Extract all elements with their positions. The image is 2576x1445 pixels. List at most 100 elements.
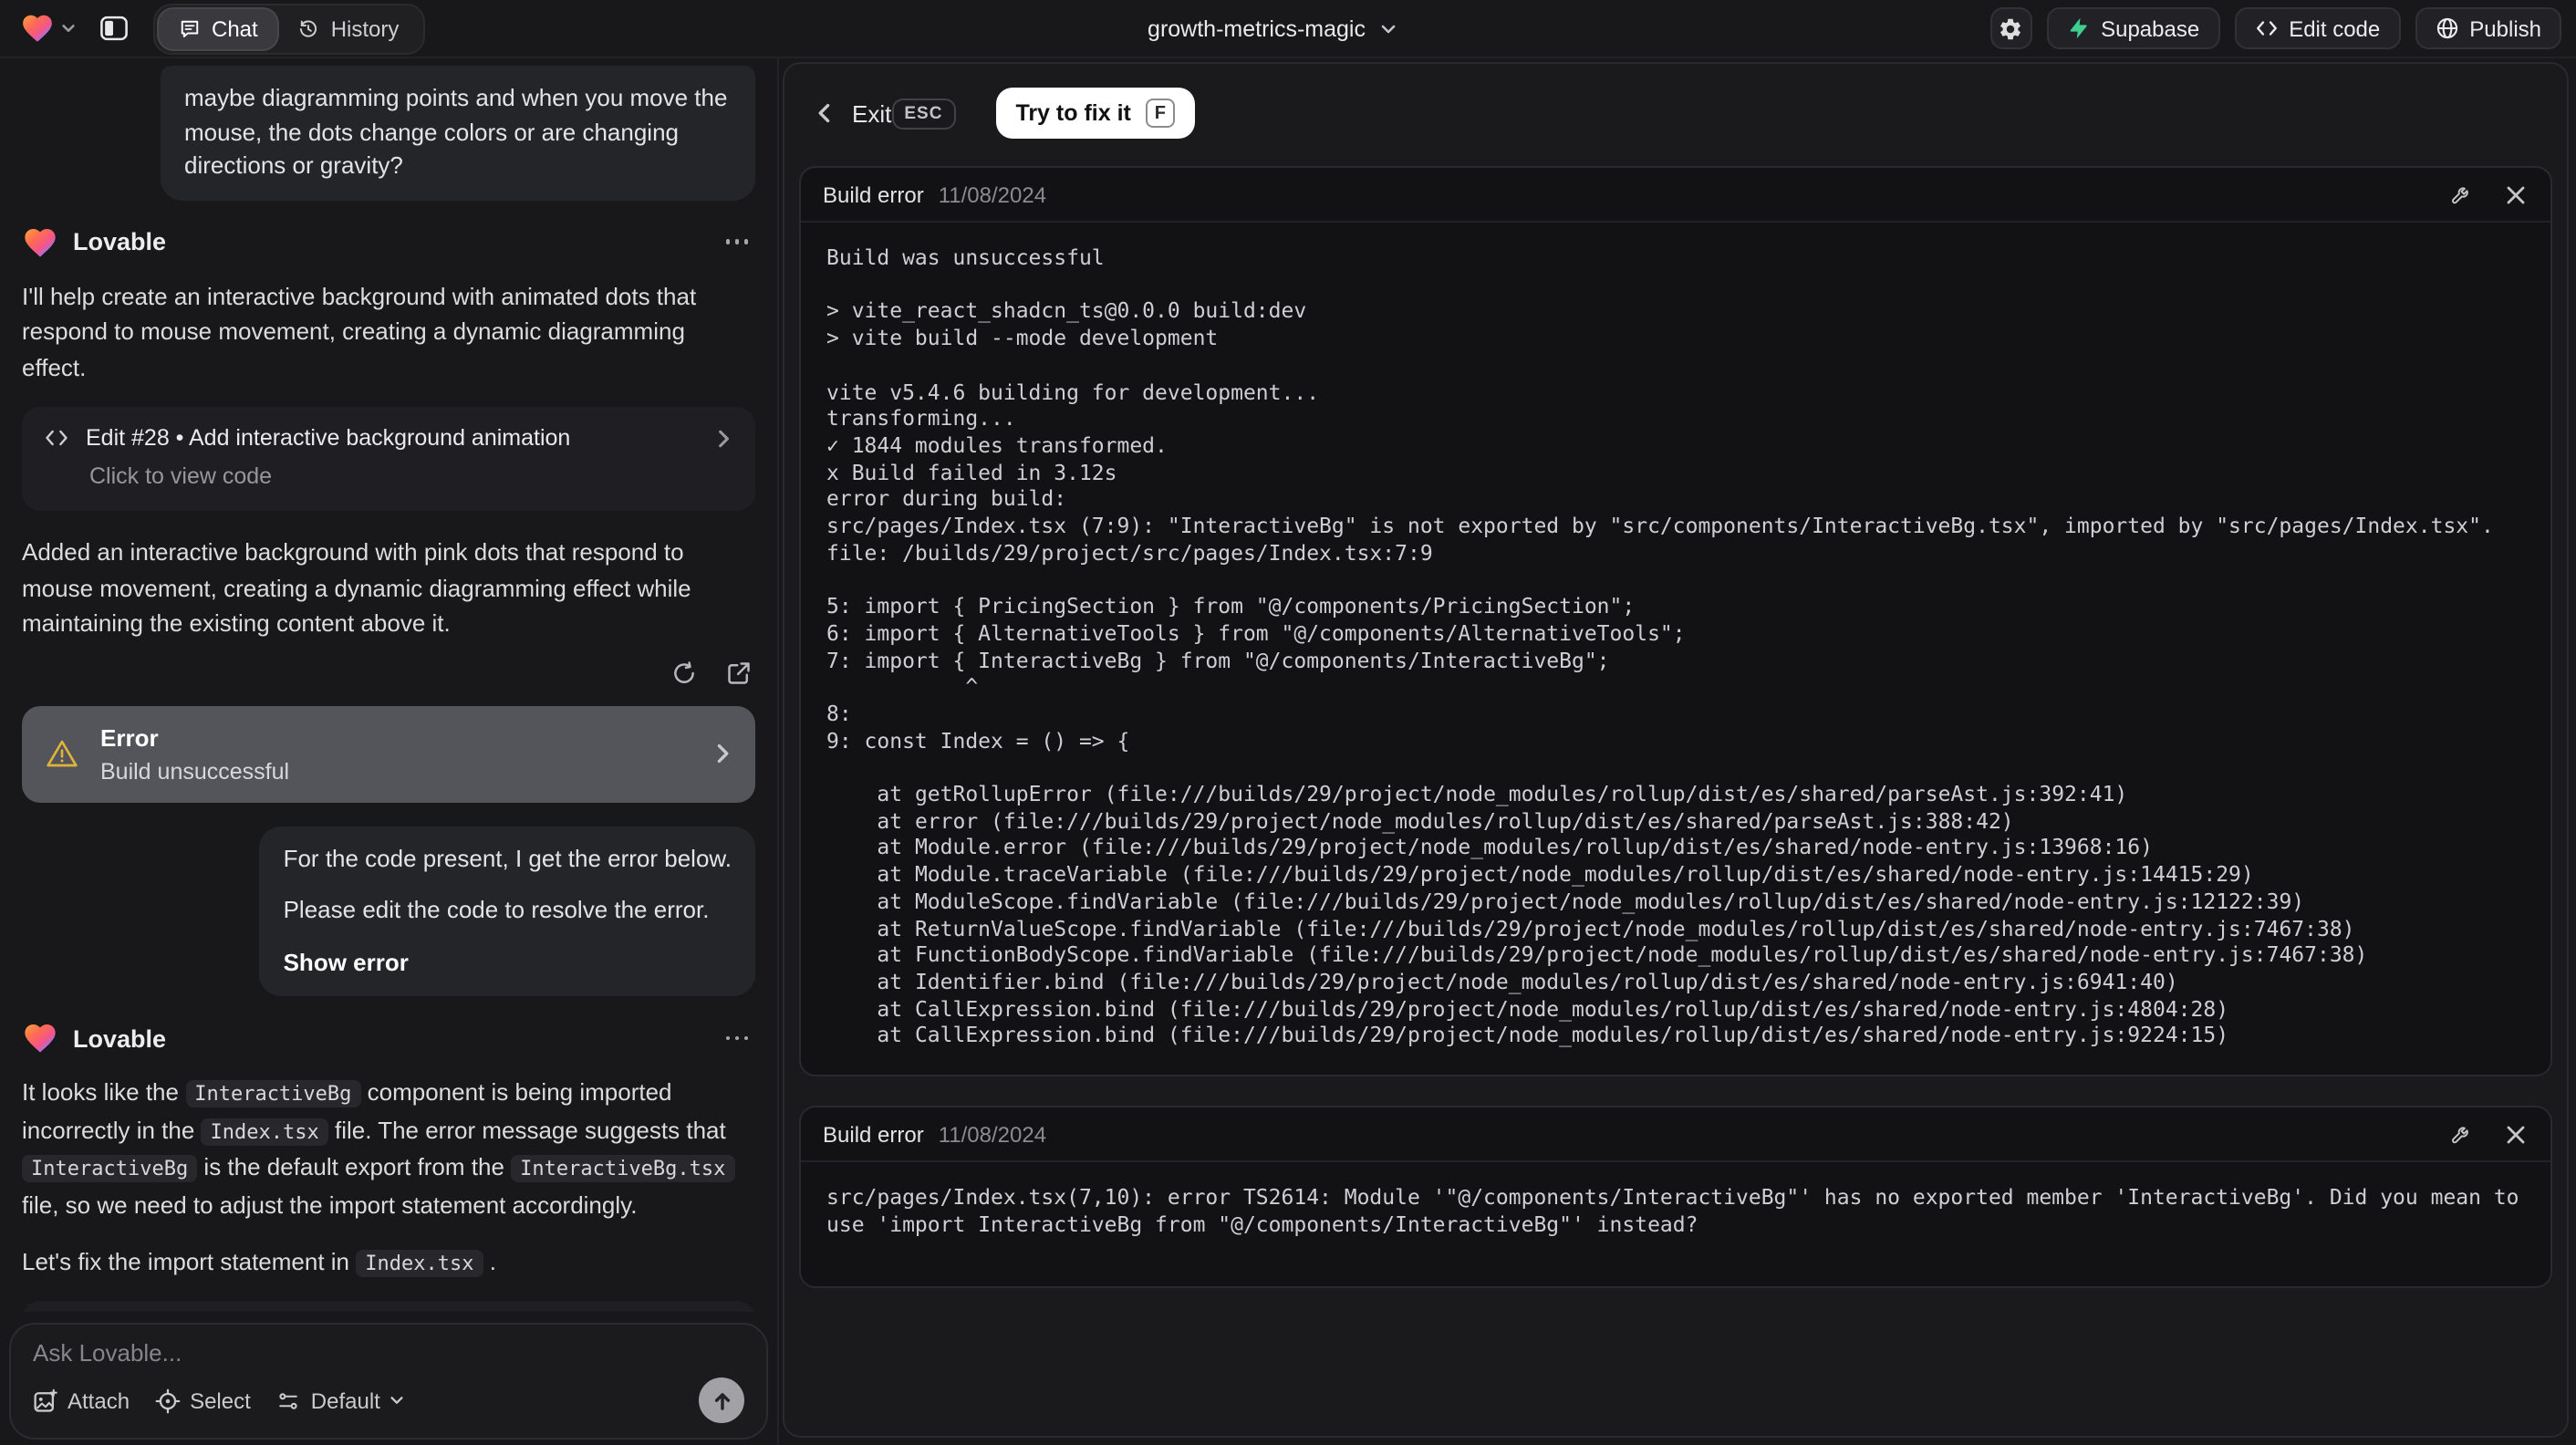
close-panel-button[interactable]	[2503, 1121, 2529, 1147]
message-menu-button[interactable]	[718, 233, 755, 252]
assistant-name: Lovable	[73, 228, 167, 255]
view-switcher: Chat History	[153, 3, 425, 54]
f-key-hint: F	[1145, 99, 1175, 128]
fix-button-label: Try to fix it	[1015, 100, 1131, 126]
chevron-right-icon	[713, 428, 733, 448]
sidebar-panel-icon	[99, 13, 130, 44]
fix-with-ai-button[interactable]	[2448, 181, 2476, 208]
chat-scroll-area[interactable]: maybe diagramming points and when you mo…	[0, 58, 777, 1312]
edit-card-subtitle: Click to view code	[89, 463, 273, 489]
warning-triangle-icon	[44, 735, 80, 772]
panel-header: Build error 11/08/2024	[801, 168, 2550, 223]
project-switcher[interactable]: growth-metrics-magic	[1148, 0, 1398, 57]
build-log: src/pages/Index.tsx(7,10): error TS2614:…	[826, 1184, 2532, 1237]
panel-title: Build error	[823, 182, 924, 207]
try-to-fix-button[interactable]: Try to fix it F	[995, 88, 1195, 139]
refresh-icon	[671, 660, 697, 685]
attach-button[interactable]: Attach	[33, 1388, 130, 1413]
lovable-heart-icon	[20, 11, 55, 46]
send-button[interactable]	[699, 1377, 744, 1423]
panel-date: 11/08/2024	[938, 1121, 1047, 1148]
build-log: Build was unsuccessful > vite_react_shad…	[826, 244, 2494, 1048]
user-message: For the code present, I get the error be…	[259, 826, 755, 996]
publish-label: Publish	[2469, 16, 2541, 41]
chevron-left-icon	[814, 102, 836, 124]
gear-icon	[1998, 16, 2023, 41]
lovable-heart-icon	[22, 224, 58, 260]
history-icon	[298, 17, 320, 39]
lovable-logo-menu[interactable]	[15, 7, 82, 49]
assistant-message: Let's fix the import statement in Index.…	[22, 1248, 496, 1277]
error-overlay: Exit ESC Try to fix it F Build error 11/…	[783, 62, 2569, 1438]
panel-title: Build error	[823, 1121, 924, 1148]
fix-with-ai-button[interactable]	[2448, 1120, 2476, 1148]
project-name: growth-metrics-magic	[1148, 16, 1366, 41]
supabase-label: Supabase	[2101, 16, 2200, 41]
app-header: Chat History growth-metrics-magic Supaba…	[0, 0, 2576, 58]
tab-chat-label: Chat	[212, 16, 258, 41]
tab-history[interactable]: History	[278, 8, 420, 48]
mode-selector[interactable]: Default	[276, 1388, 406, 1413]
select-label: Select	[190, 1388, 251, 1413]
message-actions	[22, 656, 755, 689]
code-brackets-icon	[2254, 16, 2278, 40]
chevron-right-icon	[712, 743, 733, 764]
close-icon	[2505, 1123, 2527, 1145]
assistant-header: Lovable	[22, 224, 755, 260]
open-preview-button[interactable]	[722, 656, 755, 689]
user-message: maybe diagramming points and when you mo…	[161, 66, 755, 200]
globe-icon	[2435, 16, 2458, 40]
chat-input[interactable]	[33, 1339, 744, 1372]
chat-sidebar: maybe diagramming points and when you mo…	[0, 58, 779, 1445]
wrench-icon	[2450, 1122, 2474, 1146]
build-error-panel-2: Build error 11/08/2024 src/pages/Index.t…	[799, 1106, 2552, 1287]
edit-card-29[interactable]: Edit #29 • Fix import error for Interact…	[22, 1300, 755, 1312]
exit-label: Exit	[852, 99, 892, 127]
esc-key-hint: ESC	[891, 98, 956, 129]
panel-header: Build error 11/08/2024	[801, 1107, 2550, 1163]
assistant-message: Added an interactive background with pin…	[22, 538, 691, 637]
chevron-down-icon	[1380, 19, 1398, 37]
external-link-icon	[726, 660, 752, 685]
select-button[interactable]: Select	[155, 1388, 251, 1413]
select-target-icon	[155, 1388, 181, 1413]
publish-button[interactable]: Publish	[2415, 7, 2561, 49]
supabase-bolt-icon	[2066, 16, 2090, 40]
settings-button[interactable]	[1989, 7, 2032, 49]
code-brackets-icon	[44, 425, 69, 451]
wrench-icon	[2450, 182, 2474, 206]
restore-button[interactable]	[668, 656, 701, 689]
build-error-panel-1: Build error 11/08/2024 Build was unsucce…	[799, 166, 2552, 1077]
supabase-button[interactable]: Supabase	[2046, 7, 2220, 49]
show-error-link[interactable]: Show error	[284, 946, 732, 980]
assistant-name: Lovable	[73, 1024, 167, 1052]
close-icon	[2505, 183, 2527, 205]
sliders-icon	[276, 1388, 302, 1413]
tab-chat[interactable]: Chat	[159, 8, 278, 48]
sidebar-toggle-button[interactable]	[93, 7, 135, 49]
edit-code-label: Edit code	[2289, 16, 2381, 41]
assistant-message: I'll help create an interactive backgrou…	[22, 282, 697, 380]
composer: Attach Select	[9, 1323, 768, 1440]
chat-bubble-icon	[179, 17, 201, 39]
assistant-message: It looks like the InteractiveBg componen…	[22, 1075, 755, 1222]
tab-history-label: History	[330, 16, 400, 41]
close-panel-button[interactable]	[2503, 182, 2529, 207]
attach-label: Attach	[68, 1388, 130, 1413]
lovable-app: Chat History growth-metrics-magic Supaba…	[0, 0, 2576, 1445]
exit-button[interactable]: Exit	[814, 99, 891, 127]
edit-card-28[interactable]: Edit #28 • Add interactive background an…	[22, 407, 755, 511]
attach-image-icon	[33, 1388, 58, 1413]
edit-card-title: Edit #28 • Add interactive background an…	[86, 425, 571, 451]
lovable-heart-icon	[22, 1020, 58, 1056]
edit-code-button[interactable]: Edit code	[2234, 7, 2401, 49]
overlay-toolbar: Exit ESC Try to fix it F	[784, 64, 2567, 162]
build-error-card[interactable]: Error Build unsuccessful	[22, 705, 755, 802]
panel-date: 11/08/2024	[938, 182, 1047, 207]
assistant-header: Lovable	[22, 1020, 755, 1056]
mode-label: Default	[310, 1388, 380, 1413]
arrow-up-icon	[711, 1389, 732, 1411]
error-card-subtitle: Build unsuccessful	[100, 758, 290, 784]
chevron-down-icon	[60, 20, 77, 36]
message-menu-button[interactable]	[718, 1029, 755, 1048]
